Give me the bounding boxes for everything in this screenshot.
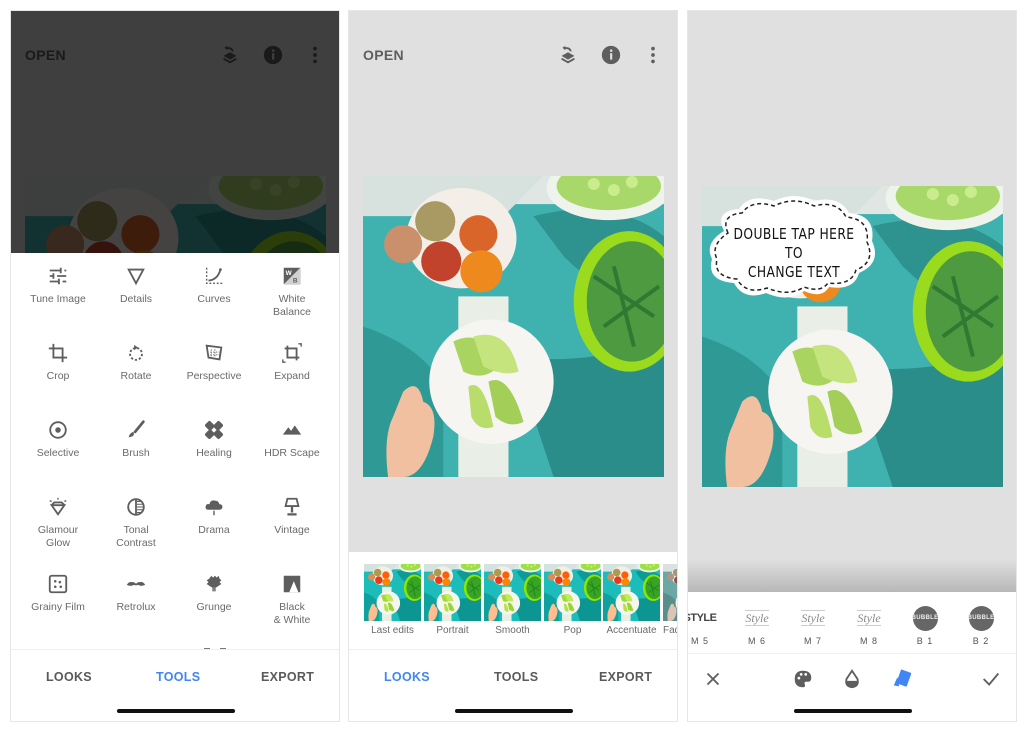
look-thumbnail bbox=[544, 564, 601, 621]
tool-retrolux[interactable]: Retrolux bbox=[95, 573, 177, 614]
grain-icon bbox=[48, 574, 68, 594]
white-balance-icon: WB bbox=[283, 267, 301, 284]
tool-expand[interactable]: Expand bbox=[251, 342, 333, 383]
tool-brush[interactable]: Brush bbox=[95, 419, 177, 460]
style-m8[interactable]: Style M 8 bbox=[849, 604, 889, 646]
tool-details[interactable]: Details bbox=[95, 265, 177, 306]
text-edit-screen: Double tap here to change text STYLEM 5 … bbox=[687, 10, 1017, 722]
looks-strip: Last edits Portrait Smooth Pop Accentuat… bbox=[349, 552, 677, 651]
tool-healing[interactable]: Healing bbox=[173, 419, 255, 460]
details-triangle-icon bbox=[127, 268, 145, 286]
tab-looks[interactable]: LOOKS bbox=[384, 670, 430, 684]
style-b2[interactable]: BUBBLE B 2 bbox=[961, 604, 1001, 646]
look-thumbnail bbox=[424, 564, 481, 621]
tool-glamour-glow[interactable]: Glamour Glow bbox=[17, 496, 99, 549]
mustache-icon bbox=[126, 581, 146, 586]
tab-export[interactable]: EXPORT bbox=[261, 670, 314, 684]
rotate-icon bbox=[129, 344, 143, 361]
look-last-edits[interactable]: Last edits bbox=[364, 564, 421, 636]
panel-shadow bbox=[688, 559, 1016, 592]
tool-vintage[interactable]: Vintage bbox=[251, 496, 333, 537]
style-cards-icon[interactable] bbox=[891, 668, 913, 690]
grunge-icon bbox=[206, 575, 222, 592]
text-style-picker: STYLEM 5 StyleM 6 StyleM 7 StyleM 8 BUBB… bbox=[688, 592, 1016, 655]
tool-curves[interactable]: Curves bbox=[173, 265, 255, 306]
tool-white-balance[interactable]: WB White Balance bbox=[251, 265, 333, 318]
dim-overlay bbox=[11, 11, 339, 253]
tool-black-white[interactable]: Black & White bbox=[251, 573, 333, 626]
curves-icon bbox=[205, 267, 223, 285]
image-canvas: OPEN bbox=[349, 11, 677, 552]
sticker-text[interactable]: Double tap here to change text bbox=[728, 225, 859, 282]
close-icon[interactable] bbox=[702, 668, 724, 690]
tool-rotate[interactable]: Rotate bbox=[95, 342, 177, 383]
brush-icon bbox=[128, 420, 145, 438]
look-thumbnail bbox=[484, 564, 541, 621]
look-smooth[interactable]: Smooth bbox=[484, 564, 541, 636]
tools-screen: OPEN Tune Image Details Curves WB White … bbox=[10, 10, 340, 722]
tool-perspective[interactable]: Perspective bbox=[173, 342, 255, 383]
look-pop[interactable]: Pop bbox=[544, 564, 601, 636]
undo-layers-icon[interactable] bbox=[557, 44, 579, 66]
top-bar: OPEN bbox=[349, 11, 677, 97]
edit-action-bar bbox=[688, 653, 1016, 721]
style-m5[interactable]: STYLEM 5 bbox=[688, 604, 720, 646]
look-accentuate[interactable]: Accentuate bbox=[603, 564, 660, 636]
tool-grainy-film[interactable]: Grainy Film bbox=[17, 573, 99, 614]
tonal-contrast-icon bbox=[127, 498, 145, 516]
mountains-icon bbox=[282, 425, 302, 435]
open-button[interactable]: OPEN bbox=[363, 47, 404, 63]
home-indicator bbox=[794, 709, 912, 713]
lamp-icon bbox=[284, 497, 300, 516]
healing-bandage-icon bbox=[205, 421, 223, 439]
bottom-nav: LOOKS TOOLS EXPORT bbox=[11, 649, 339, 721]
tool-hdr-scape[interactable]: HDR Scape bbox=[251, 419, 333, 460]
tool-tune-image[interactable]: Tune Image bbox=[17, 265, 99, 306]
looks-screen: OPEN Last edits Portrait Smooth Pop Acce… bbox=[348, 10, 678, 722]
diamond-glow-icon bbox=[49, 497, 67, 516]
look-faded[interactable]: Faded bbox=[663, 564, 677, 636]
tool-drama[interactable]: Drama bbox=[173, 496, 255, 537]
expand-icon bbox=[282, 343, 302, 363]
info-icon[interactable] bbox=[600, 44, 622, 66]
photo bbox=[363, 176, 664, 477]
more-vert-icon[interactable] bbox=[642, 44, 664, 66]
style-b1[interactable]: BUBBLE B 1 bbox=[905, 604, 945, 646]
home-indicator bbox=[117, 709, 235, 713]
selective-icon bbox=[49, 421, 67, 439]
style-m6[interactable]: Style M 6 bbox=[737, 604, 777, 646]
tab-export[interactable]: EXPORT bbox=[599, 670, 652, 684]
look-portrait[interactable]: Portrait bbox=[424, 564, 481, 636]
svg-text:W: W bbox=[286, 270, 293, 277]
look-thumbnail bbox=[364, 564, 421, 621]
tool-tonal-contrast[interactable]: Tonal Contrast bbox=[95, 496, 177, 549]
perspective-icon bbox=[205, 344, 223, 361]
crop-icon bbox=[48, 343, 68, 363]
storm-cloud-icon bbox=[205, 500, 223, 516]
black-white-icon bbox=[283, 575, 301, 593]
look-thumbnail bbox=[603, 564, 660, 621]
look-thumbnail bbox=[663, 564, 677, 621]
tab-tools[interactable]: TOOLS bbox=[494, 670, 538, 684]
tab-tools[interactable]: TOOLS bbox=[156, 670, 200, 684]
opacity-drop-icon[interactable] bbox=[841, 668, 863, 690]
tab-looks[interactable]: LOOKS bbox=[46, 670, 92, 684]
tool-grunge[interactable]: Grunge bbox=[173, 573, 255, 614]
photo: Double tap here to change text bbox=[702, 186, 1003, 487]
image-canvas: OPEN bbox=[11, 11, 339, 253]
svg-text:B: B bbox=[293, 277, 298, 284]
image-canvas: Double tap here to change text bbox=[688, 11, 1016, 592]
tools-grid: Tune Image Details Curves WB White Balan… bbox=[11, 253, 339, 651]
tool-crop[interactable]: Crop bbox=[17, 342, 99, 383]
tune-sliders-icon bbox=[49, 267, 67, 285]
bottom-nav: LOOKS TOOLS EXPORT bbox=[349, 649, 677, 721]
check-icon[interactable] bbox=[980, 668, 1002, 690]
home-indicator bbox=[455, 709, 573, 713]
tool-selective[interactable]: Selective bbox=[17, 419, 99, 460]
text-sticker[interactable]: Double tap here to change text bbox=[704, 191, 882, 301]
style-m7[interactable]: Style M 7 bbox=[793, 604, 833, 646]
palette-icon[interactable] bbox=[792, 668, 814, 690]
